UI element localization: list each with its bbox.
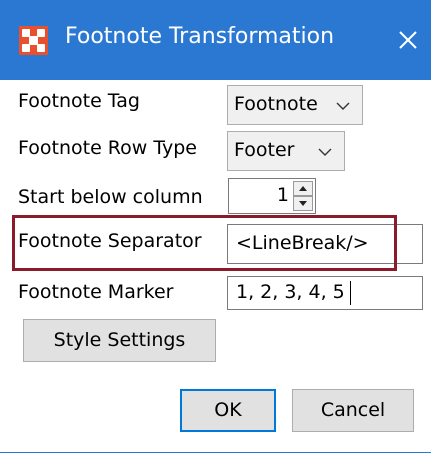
title-bar: Footnote Transformation (0, 0, 431, 80)
grid-app-icon (19, 26, 48, 55)
triangle-down-icon (299, 201, 307, 206)
start-below-column-value: 1 (276, 184, 289, 206)
close-button[interactable] (388, 20, 428, 60)
footnote-tag-value: Footnote (234, 93, 318, 115)
highlight-annotation-box (12, 215, 397, 271)
footnote-row-type-dropdown[interactable]: Footer (227, 131, 345, 171)
footnote-marker-field[interactable]: 1, 2, 3, 4, 5 (227, 276, 423, 310)
style-settings-button[interactable]: Style Settings (23, 319, 216, 362)
ok-button[interactable]: OK (180, 389, 276, 432)
spin-down-button[interactable] (293, 196, 313, 211)
close-icon (399, 31, 417, 49)
footnote-tag-dropdown[interactable]: Footnote (227, 85, 363, 125)
footnote-tag-label: Footnote Tag (18, 90, 140, 112)
text-caret (350, 281, 351, 305)
spin-up-button[interactable] (293, 181, 313, 196)
footnote-row-type-value: Footer (234, 139, 295, 161)
window-title: Footnote Transformation (65, 24, 335, 49)
footnote-row-type-label: Footnote Row Type (18, 137, 197, 159)
footnote-marker-label: Footnote Marker (18, 281, 174, 303)
footnote-marker-value: 1, 2, 3, 4, 5 (236, 281, 345, 303)
start-below-column-label: Start below column (18, 186, 203, 208)
start-below-column-spinner[interactable]: 1 (228, 178, 316, 214)
cancel-button[interactable]: Cancel (292, 389, 414, 432)
chevron-down-icon (318, 148, 332, 156)
triangle-up-icon (299, 186, 307, 191)
chevron-down-icon (336, 102, 350, 110)
